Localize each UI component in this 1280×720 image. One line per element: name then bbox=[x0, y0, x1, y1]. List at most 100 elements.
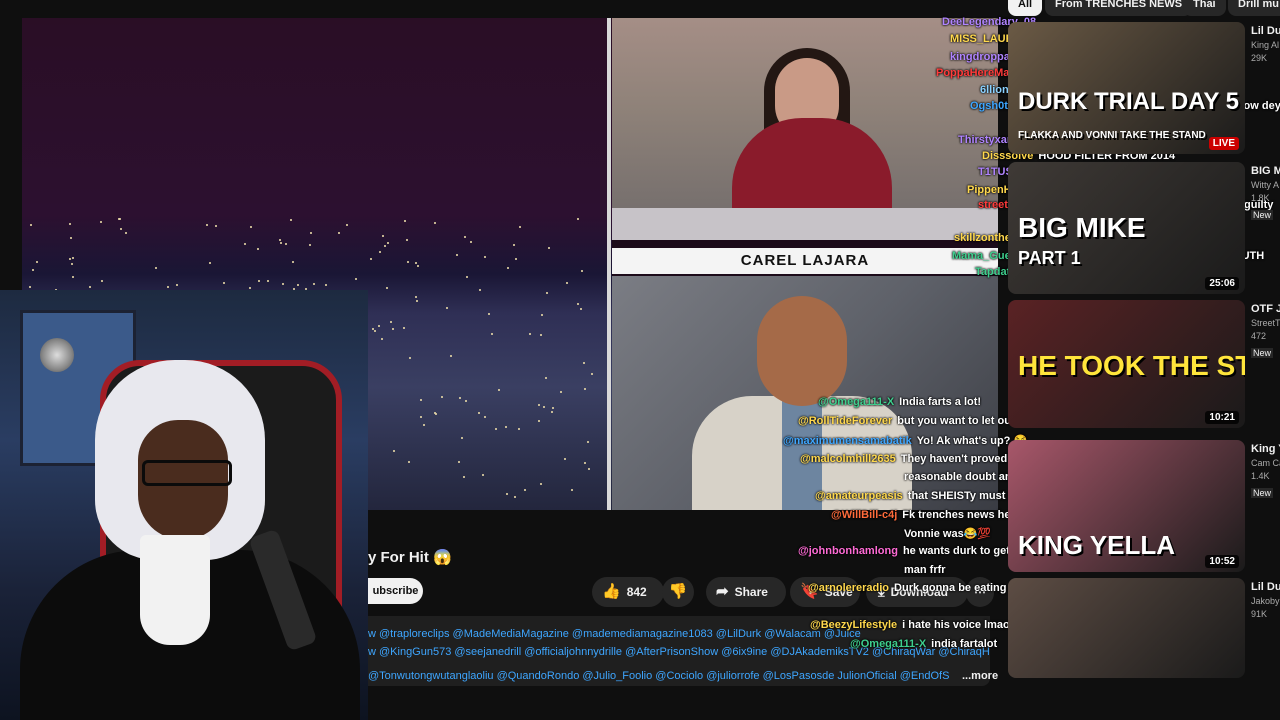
city-light bbox=[285, 243, 287, 245]
video-thumbnail[interactable] bbox=[1008, 578, 1245, 678]
video-title[interactable]: BIG M BOMB & OTF bbox=[1251, 164, 1280, 179]
description-more-link[interactable]: ...more bbox=[962, 670, 998, 682]
video-title[interactable]: OTF J Lil Du Upda bbox=[1251, 302, 1280, 317]
city-light bbox=[125, 232, 127, 234]
thumbnail-subcaption: PART 1 bbox=[1018, 248, 1081, 268]
description-line[interactable]: @Tonwutongwutanglaoliu @QuandoRondo @Jul… bbox=[368, 670, 949, 682]
city-light bbox=[249, 287, 251, 289]
like-button[interactable]: 👍 842 bbox=[592, 577, 664, 607]
city-light bbox=[583, 362, 585, 364]
city-light bbox=[541, 314, 543, 316]
chat-message: man frfr bbox=[904, 564, 946, 576]
city-light bbox=[372, 328, 374, 330]
video-thumbnail[interactable]: BIG MIKE PART 1 25:06 bbox=[1008, 162, 1245, 294]
city-light bbox=[538, 420, 540, 422]
video-title[interactable]: Lil Du VONN jail fo bbox=[1251, 24, 1280, 39]
city-light bbox=[580, 308, 582, 310]
city-light bbox=[466, 276, 468, 278]
thumbnail-subcaption: FLAKKA AND VONNI TAKE THE STAND bbox=[1018, 130, 1206, 141]
city-light bbox=[458, 461, 460, 463]
subscribe-button[interactable]: ubscribe bbox=[368, 578, 423, 604]
city-light bbox=[379, 251, 381, 253]
city-light bbox=[524, 489, 526, 491]
city-light bbox=[498, 389, 500, 391]
channel-name[interactable]: Cam Ca bbox=[1251, 457, 1280, 470]
chat-message: @BeezyLifestyle i hate his voice lmao bbox=[810, 619, 1010, 631]
city-light bbox=[176, 284, 178, 286]
city-light bbox=[584, 462, 586, 464]
city-light bbox=[404, 220, 406, 222]
chat-username: @maximumensamabatik bbox=[783, 435, 912, 447]
city-light bbox=[417, 265, 419, 267]
duration-badge: 10:21 bbox=[1205, 411, 1239, 424]
city-light bbox=[529, 333, 531, 335]
city-light bbox=[72, 257, 74, 259]
city-light bbox=[313, 283, 315, 285]
city-light bbox=[491, 333, 493, 335]
city-light bbox=[577, 303, 579, 305]
channel-name[interactable]: Witty A bbox=[1251, 179, 1280, 192]
city-light bbox=[479, 289, 481, 291]
live-badge: LIVE bbox=[1208, 137, 1239, 150]
city-light bbox=[546, 292, 548, 294]
city-light bbox=[244, 243, 246, 245]
city-light bbox=[381, 338, 383, 340]
city-light bbox=[538, 404, 540, 406]
city-light bbox=[390, 321, 392, 323]
video-title: y For Hit 😱 bbox=[368, 549, 452, 566]
city-light bbox=[384, 245, 386, 247]
video-thumbnail[interactable]: DURK TRIAL DAY 5 FLAKKA AND VONNI TAKE TH… bbox=[1008, 22, 1245, 154]
city-light bbox=[72, 276, 74, 278]
video-meta[interactable]: OTF J Lil Du UpdaStreetT472 New bbox=[1251, 302, 1280, 361]
video-title[interactable]: Lil Du Everyt bbox=[1251, 580, 1280, 595]
city-light bbox=[441, 396, 443, 398]
city-light bbox=[119, 218, 121, 220]
video-title[interactable]: King Y Durk T With C bbox=[1251, 442, 1280, 457]
video-meta[interactable]: Lil Du EverytJakoby91K bbox=[1251, 580, 1280, 621]
chip-drill-music[interactable]: Drill mu bbox=[1228, 0, 1280, 16]
channel-name[interactable]: King Al bbox=[1251, 39, 1280, 52]
city-light bbox=[206, 224, 208, 226]
city-light bbox=[100, 221, 102, 223]
chat-username: @BeezyLifestyle bbox=[810, 619, 898, 631]
city-light bbox=[387, 242, 389, 244]
video-meta[interactable]: BIG M BOMB & OTFWitty A1.8K New bbox=[1251, 164, 1280, 223]
thumbs-up-icon: 👍 bbox=[602, 583, 621, 600]
chat-username: @Omega111-X bbox=[818, 396, 895, 408]
chip-thai[interactable]: Thai bbox=[1183, 0, 1226, 16]
chip-trenches-news[interactable]: From TRENCHES NEWS bbox=[1045, 0, 1193, 16]
duration-badge: 10:52 bbox=[1205, 555, 1239, 568]
description-line[interactable]: w @traploreclips @MadeMediaMagazine @mad… bbox=[368, 628, 861, 640]
channel-name[interactable]: StreetT bbox=[1251, 317, 1280, 330]
city-light bbox=[459, 397, 461, 399]
city-light bbox=[470, 241, 472, 243]
chat-username: @Omega111-X bbox=[850, 638, 927, 650]
video-meta[interactable]: King Y Durk T With CCam Ca1.4K New bbox=[1251, 442, 1280, 501]
chat-message: Vonnie was😂💯 bbox=[904, 527, 991, 540]
city-light bbox=[584, 388, 586, 390]
city-light bbox=[338, 232, 340, 234]
city-light bbox=[545, 377, 547, 379]
streamer-webcam bbox=[0, 290, 368, 720]
city-light bbox=[416, 300, 418, 302]
chip-all[interactable]: All bbox=[1008, 0, 1043, 16]
video-thumbnail[interactable]: KING YELLA 10:52 bbox=[1008, 440, 1245, 572]
city-light bbox=[69, 223, 71, 225]
chat-username: @arnolereradio bbox=[808, 582, 890, 594]
city-light bbox=[392, 328, 394, 330]
dislike-button[interactable]: 👎 bbox=[662, 577, 694, 607]
video-thumbnail[interactable]: HE TOOK THE STAND 10:21 bbox=[1008, 300, 1245, 428]
share-button[interactable]: ➦ Share bbox=[706, 577, 786, 607]
city-light bbox=[540, 483, 542, 485]
new-badge: New bbox=[1251, 488, 1274, 498]
video-meta[interactable]: Lil Du VONN jail foKing Al29K bbox=[1251, 24, 1280, 65]
city-light bbox=[446, 307, 448, 309]
city-light bbox=[513, 244, 515, 246]
chat-text: Vonnie was😂💯 bbox=[904, 528, 992, 540]
city-light bbox=[257, 248, 259, 250]
city-light bbox=[408, 461, 410, 463]
guest-head bbox=[757, 296, 847, 406]
anchor-desk bbox=[612, 208, 998, 240]
channel-name[interactable]: Jakoby bbox=[1251, 595, 1280, 608]
city-light bbox=[409, 357, 411, 359]
